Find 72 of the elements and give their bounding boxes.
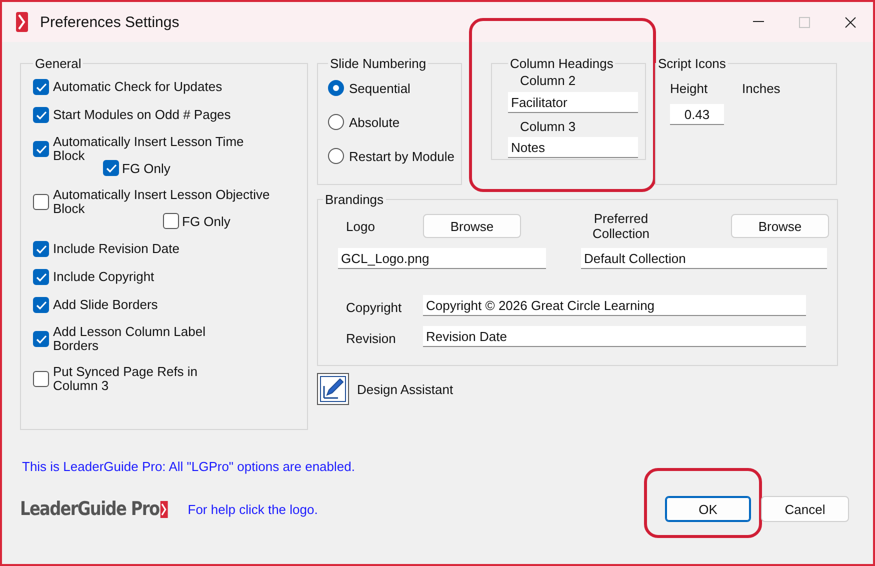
logo-file-field[interactable]: GCL_Logo.png <box>338 248 546 269</box>
radio-label: Absolute <box>349 114 400 130</box>
radio-button[interactable] <box>328 114 344 130</box>
checkbox-label: Automatically Insert Lesson Time Block <box>53 135 245 163</box>
checkbox[interactable] <box>33 194 49 210</box>
checkbox-label: Add Slide Borders <box>53 298 159 312</box>
height-label: Height <box>670 81 709 96</box>
collection-field[interactable]: Default Collection <box>581 248 827 269</box>
logo-label: Logo <box>346 218 376 234</box>
radio-button[interactable] <box>328 148 344 164</box>
radio-label: Restart by Module <box>349 148 454 164</box>
window-title: Preferences Settings <box>40 14 180 30</box>
icon-height-field[interactable]: 0.43 <box>670 104 724 125</box>
checkbox[interactable] <box>163 213 179 229</box>
checkbox[interactable] <box>33 141 49 157</box>
design-assistant-button[interactable] <box>317 373 349 405</box>
pen-icon <box>320 376 346 402</box>
checkbox-label: FG Only <box>122 160 170 176</box>
design-assistant-label: Design Assistant <box>357 382 454 396</box>
checkbox-label: Add Lesson Column Label Borders <box>53 325 206 353</box>
checkmark-icon <box>36 300 46 310</box>
browse-button[interactable]: Browse <box>731 214 829 238</box>
group-title: Slide Numbering <box>329 56 428 71</box>
copyright-label: Copyright <box>346 300 403 315</box>
copyright-field[interactable]: Copyright © 2026 Great Circle Learning <box>423 295 806 316</box>
checkbox[interactable] <box>33 79 49 95</box>
browse-button[interactable]: Browse <box>423 214 521 238</box>
checkbox[interactable] <box>33 269 49 285</box>
group-title: Column Headings <box>509 56 614 71</box>
leaderguide-logo[interactable]: LeaderGuide Pro <box>20 498 168 520</box>
checkbox-label: Automatic Check for Updates <box>53 80 224 94</box>
column-label: Column 2 <box>520 73 576 88</box>
radio-label: Sequential <box>349 80 410 96</box>
checkbox-label: FG Only <box>182 214 230 228</box>
checkbox-label: Put Synced Page Refs in Column 3 <box>53 365 199 393</box>
checkbox-label: Automatically Insert Lesson Objective Block <box>53 188 271 216</box>
radio-button[interactable] <box>328 80 344 96</box>
column-heading-field[interactable]: Facilitator <box>508 92 638 113</box>
checkbox-label: Include Copyright <box>53 270 156 284</box>
unit-label: Inches <box>742 81 782 96</box>
pro-notice: This is LeaderGuide Pro: All "LGPro" options are enabled. <box>22 459 356 474</box>
checkbox-label: Start Modules on Odd # Pages <box>53 108 232 122</box>
group-title: Script Icons <box>657 56 727 71</box>
checkbox[interactable] <box>33 331 49 347</box>
checkbox[interactable] <box>33 241 49 257</box>
checkmark-icon <box>36 272 46 282</box>
column-heading-field[interactable]: Notes <box>508 137 638 158</box>
chevron-icon <box>160 500 168 518</box>
revision-label: Revision <box>346 331 397 346</box>
checkmark-icon <box>36 334 46 344</box>
checkbox[interactable] <box>33 107 49 123</box>
column-label: Column 3 <box>520 119 576 134</box>
checkbox[interactable] <box>33 297 49 313</box>
cancel-button[interactable]: Cancel <box>761 496 849 522</box>
maximize-icon <box>798 16 810 28</box>
checkbox[interactable] <box>33 371 49 387</box>
group-title: General <box>34 56 82 71</box>
checkmark-icon <box>36 82 46 92</box>
revision-field[interactable]: Revision Date <box>423 326 806 347</box>
checkmark-icon <box>36 244 46 254</box>
checkmark-icon <box>36 110 46 120</box>
ok-button[interactable]: OK <box>665 496 751 522</box>
collection-label: Preferred Collection <box>591 211 651 241</box>
minimize-icon <box>752 21 764 23</box>
checkbox-label: Include Revision Date <box>53 242 180 256</box>
checkbox[interactable] <box>103 160 119 176</box>
help-link[interactable]: For help click the logo. <box>188 502 665 516</box>
app-logo-icon <box>16 12 28 32</box>
group-title: Brandings <box>324 192 385 207</box>
checkmark-icon <box>106 164 116 172</box>
close-icon <box>844 16 856 28</box>
checkmark-icon <box>36 144 46 154</box>
